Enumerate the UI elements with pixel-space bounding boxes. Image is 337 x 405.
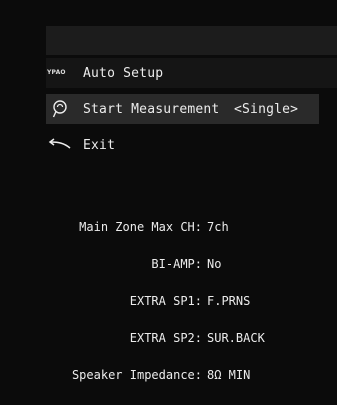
info-value: No	[207, 257, 222, 271]
info-value: 7ch	[207, 220, 229, 234]
info-label: Speaker Impedance:	[71, 368, 202, 382]
info-row-extra-sp1: EXTRA SP1: F.PRNS	[0, 294, 337, 312]
info-row-bi-amp: BI-AMP: No	[0, 257, 337, 275]
info-row-main-zone-max-ch: Main Zone Max CH: 7ch	[0, 220, 337, 238]
info-label: EXTRA SP1:	[129, 294, 202, 308]
info-value: SUR.BACK	[207, 331, 265, 345]
info-row-extra-sp2: EXTRA SP2: SUR.BACK	[0, 331, 337, 349]
info-value: 8Ω MIN	[207, 368, 251, 382]
info-label: Main Zone Max CH:	[79, 220, 202, 234]
info-label: BI-AMP:	[151, 257, 202, 271]
info-row-speaker-impedance: Speaker Impedance: 8Ω MIN	[0, 368, 337, 386]
info-value: F.PRNS	[207, 294, 251, 308]
speaker-config-info: Main Zone Max CH: 7ch BI-AMP: No EXTRA S…	[0, 0, 337, 405]
info-label: EXTRA SP2:	[129, 331, 202, 345]
setup-screen: YPAO Auto Setup Start Measurement <Singl…	[0, 0, 337, 405]
